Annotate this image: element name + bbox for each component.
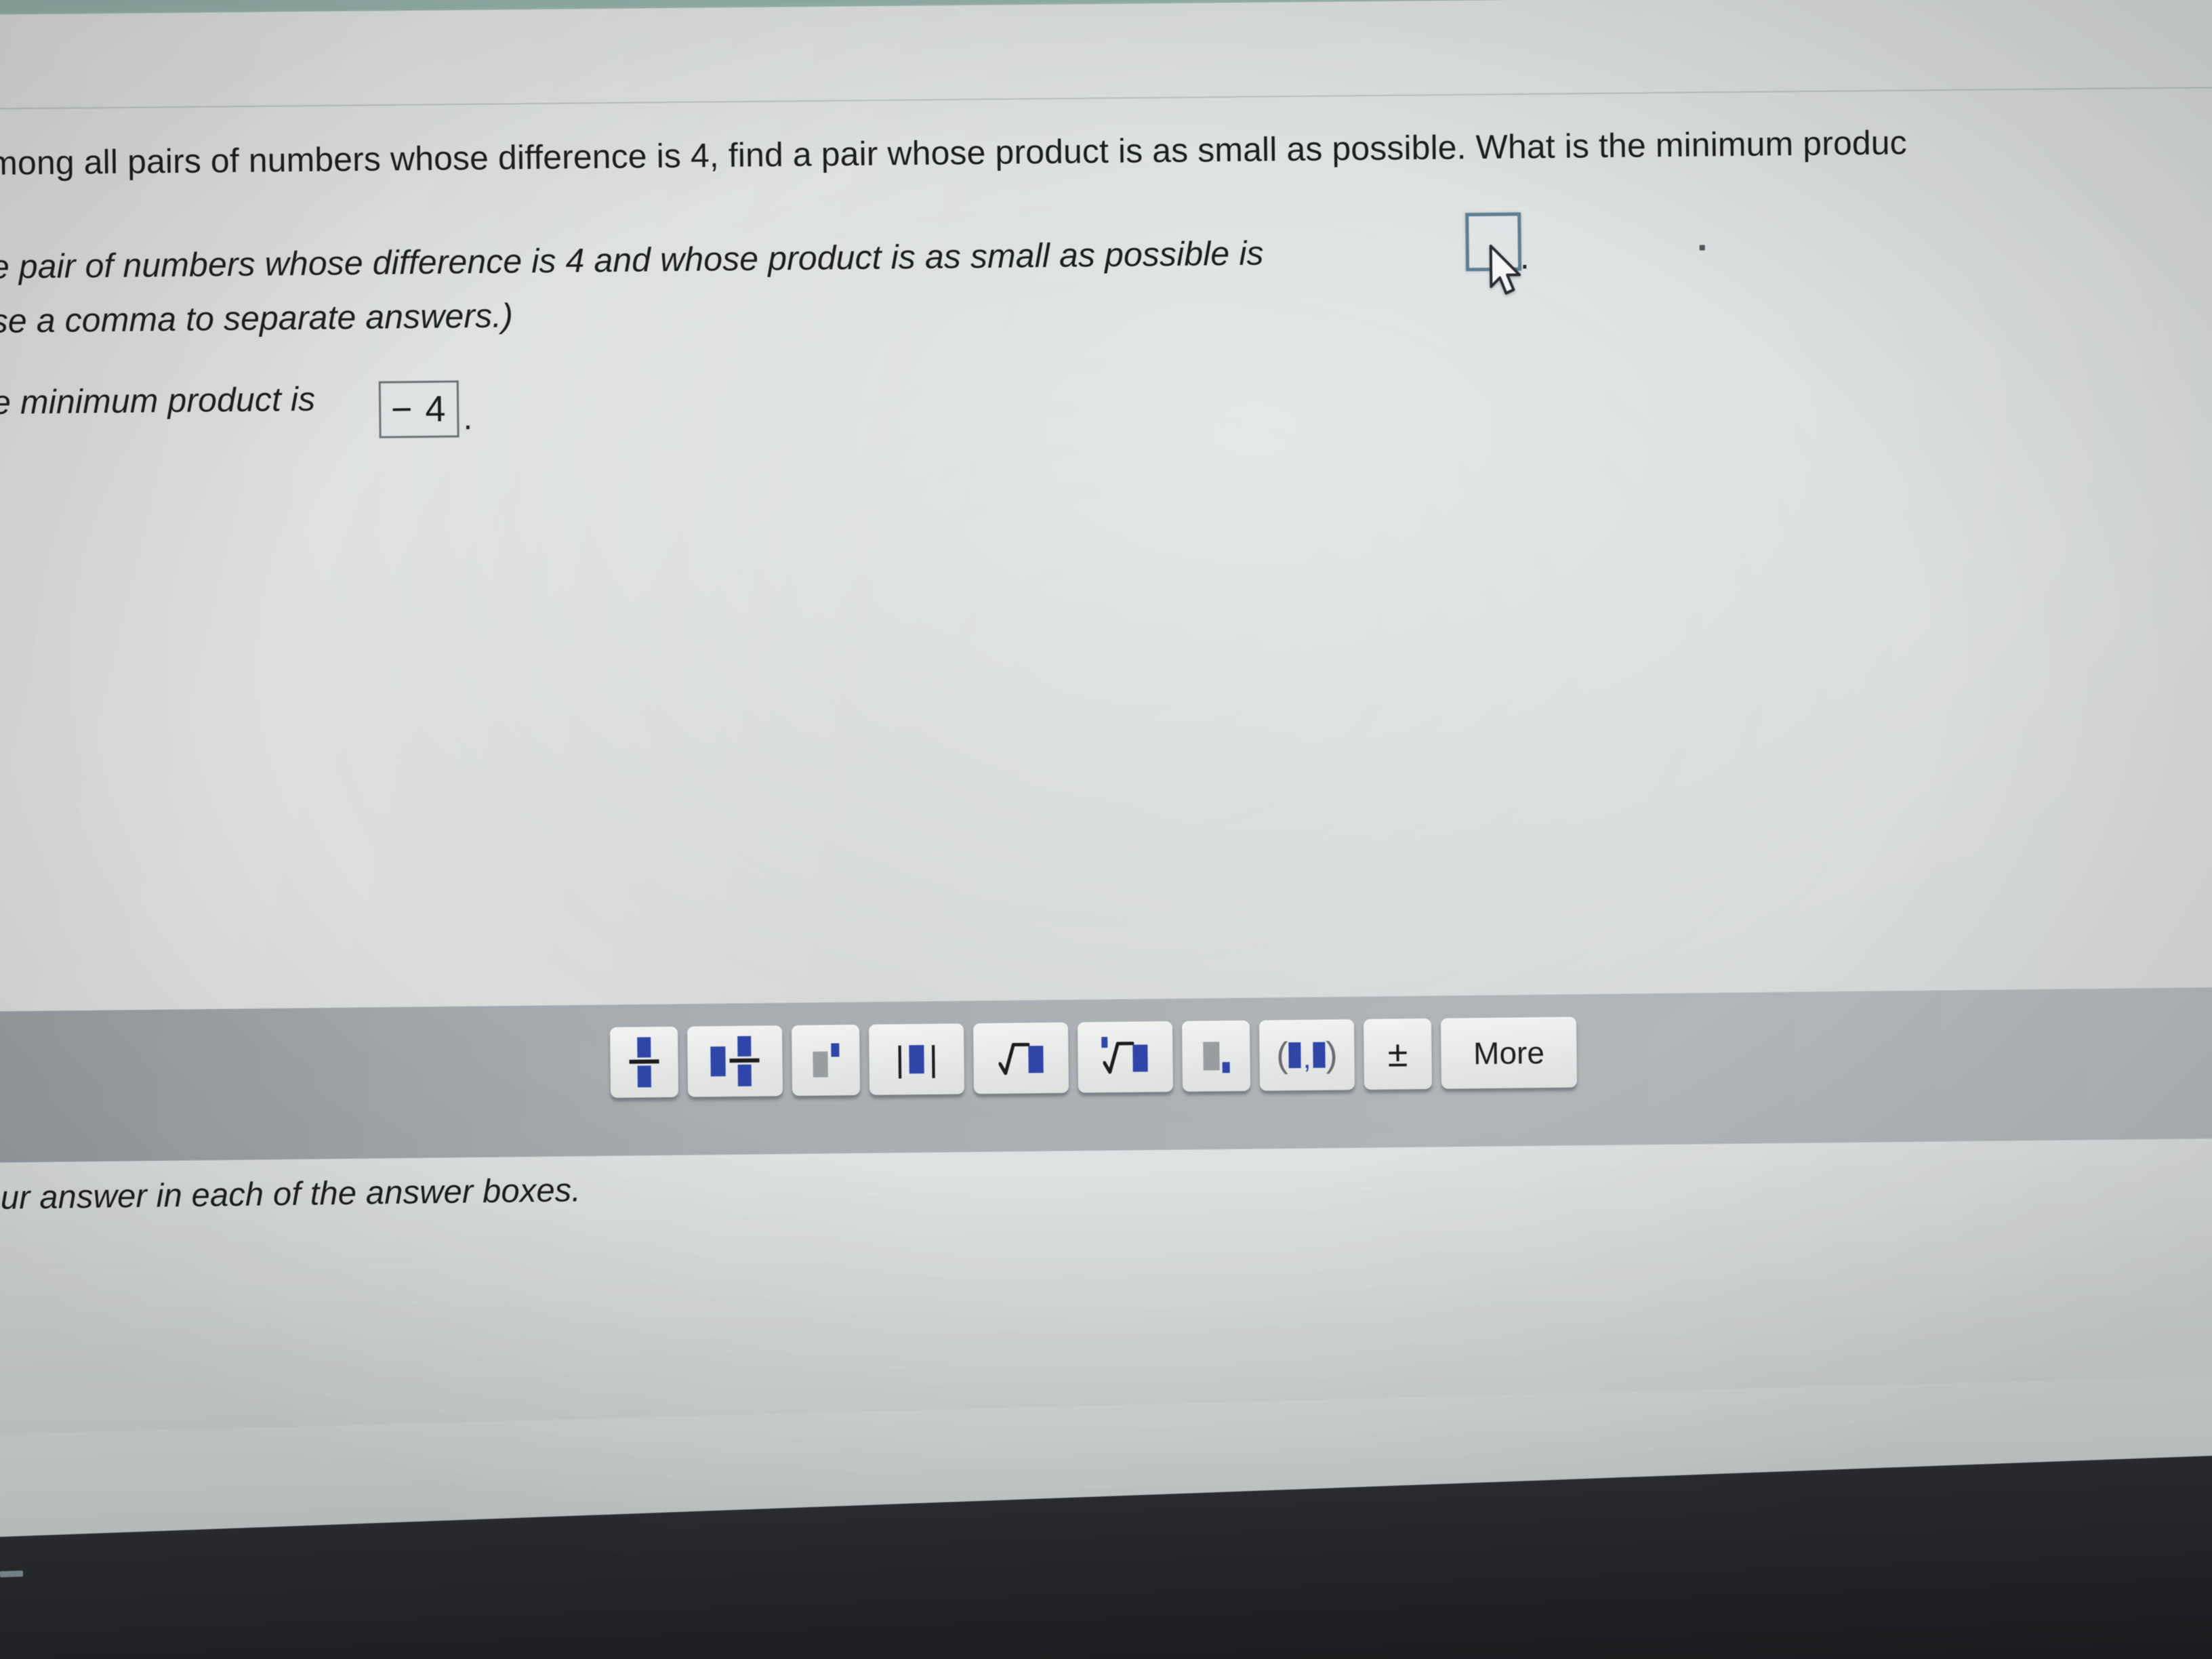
palette-button-mixed-number[interactable] <box>687 1025 783 1097</box>
palette-button-ordered-pair[interactable]: (,) <box>1258 1019 1355 1091</box>
minimum-product-answer-box[interactable]: − 4 <box>378 380 459 438</box>
absolute-value-icon: | | <box>895 1039 939 1080</box>
subscript-icon <box>1202 1042 1230 1073</box>
square-root-icon <box>998 1040 1044 1076</box>
pair-sentence-period: . <box>1519 238 1530 276</box>
palette-button-exponent[interactable] <box>791 1025 861 1097</box>
exponent-icon <box>812 1043 840 1078</box>
palette-button-fraction[interactable] <box>610 1026 679 1098</box>
comma-instruction-text: se a comma to separate answers.) <box>0 296 514 340</box>
screen-speck <box>1699 245 1705 251</box>
palette-button-nth-root[interactable] <box>1077 1021 1174 1093</box>
palette-button-subscript[interactable] <box>1181 1020 1251 1092</box>
minimum-product-period: . <box>463 398 473 437</box>
nth-root-icon <box>1101 1037 1148 1075</box>
more-button-label: More <box>1473 1035 1545 1071</box>
fraction-icon <box>629 1037 659 1088</box>
palette-button-square-root[interactable] <box>972 1022 1069 1094</box>
footer-instruction-text: ur answer in each of the answer boxes. <box>0 1172 581 1216</box>
math-palette-toolbar: | | (,) ± More <box>610 1017 1578 1098</box>
question-prompt-text: mong all pairs of numbers whose differen… <box>0 123 1908 182</box>
palette-button-more[interactable]: More <box>1440 1017 1578 1089</box>
minimum-product-value: − 4 <box>390 388 447 430</box>
photographed-screen: mong all pairs of numbers whose differen… <box>0 0 2212 1659</box>
pair-answer-sentence: e pair of numbers whose difference is 4 … <box>0 234 1264 286</box>
plus-minus-icon: ± <box>1387 1033 1408 1075</box>
minimum-product-sentence: e minimum product is <box>0 380 316 422</box>
palette-button-plus-minus[interactable]: ± <box>1363 1018 1433 1090</box>
pair-answer-box[interactable] <box>1465 212 1522 272</box>
mixed-number-icon <box>710 1036 760 1087</box>
content-layer: mong all pairs of numbers whose differen… <box>0 0 2212 1659</box>
ordered-pair-icon: (,) <box>1276 1035 1338 1076</box>
palette-button-absolute-value[interactable]: | | <box>868 1023 965 1095</box>
